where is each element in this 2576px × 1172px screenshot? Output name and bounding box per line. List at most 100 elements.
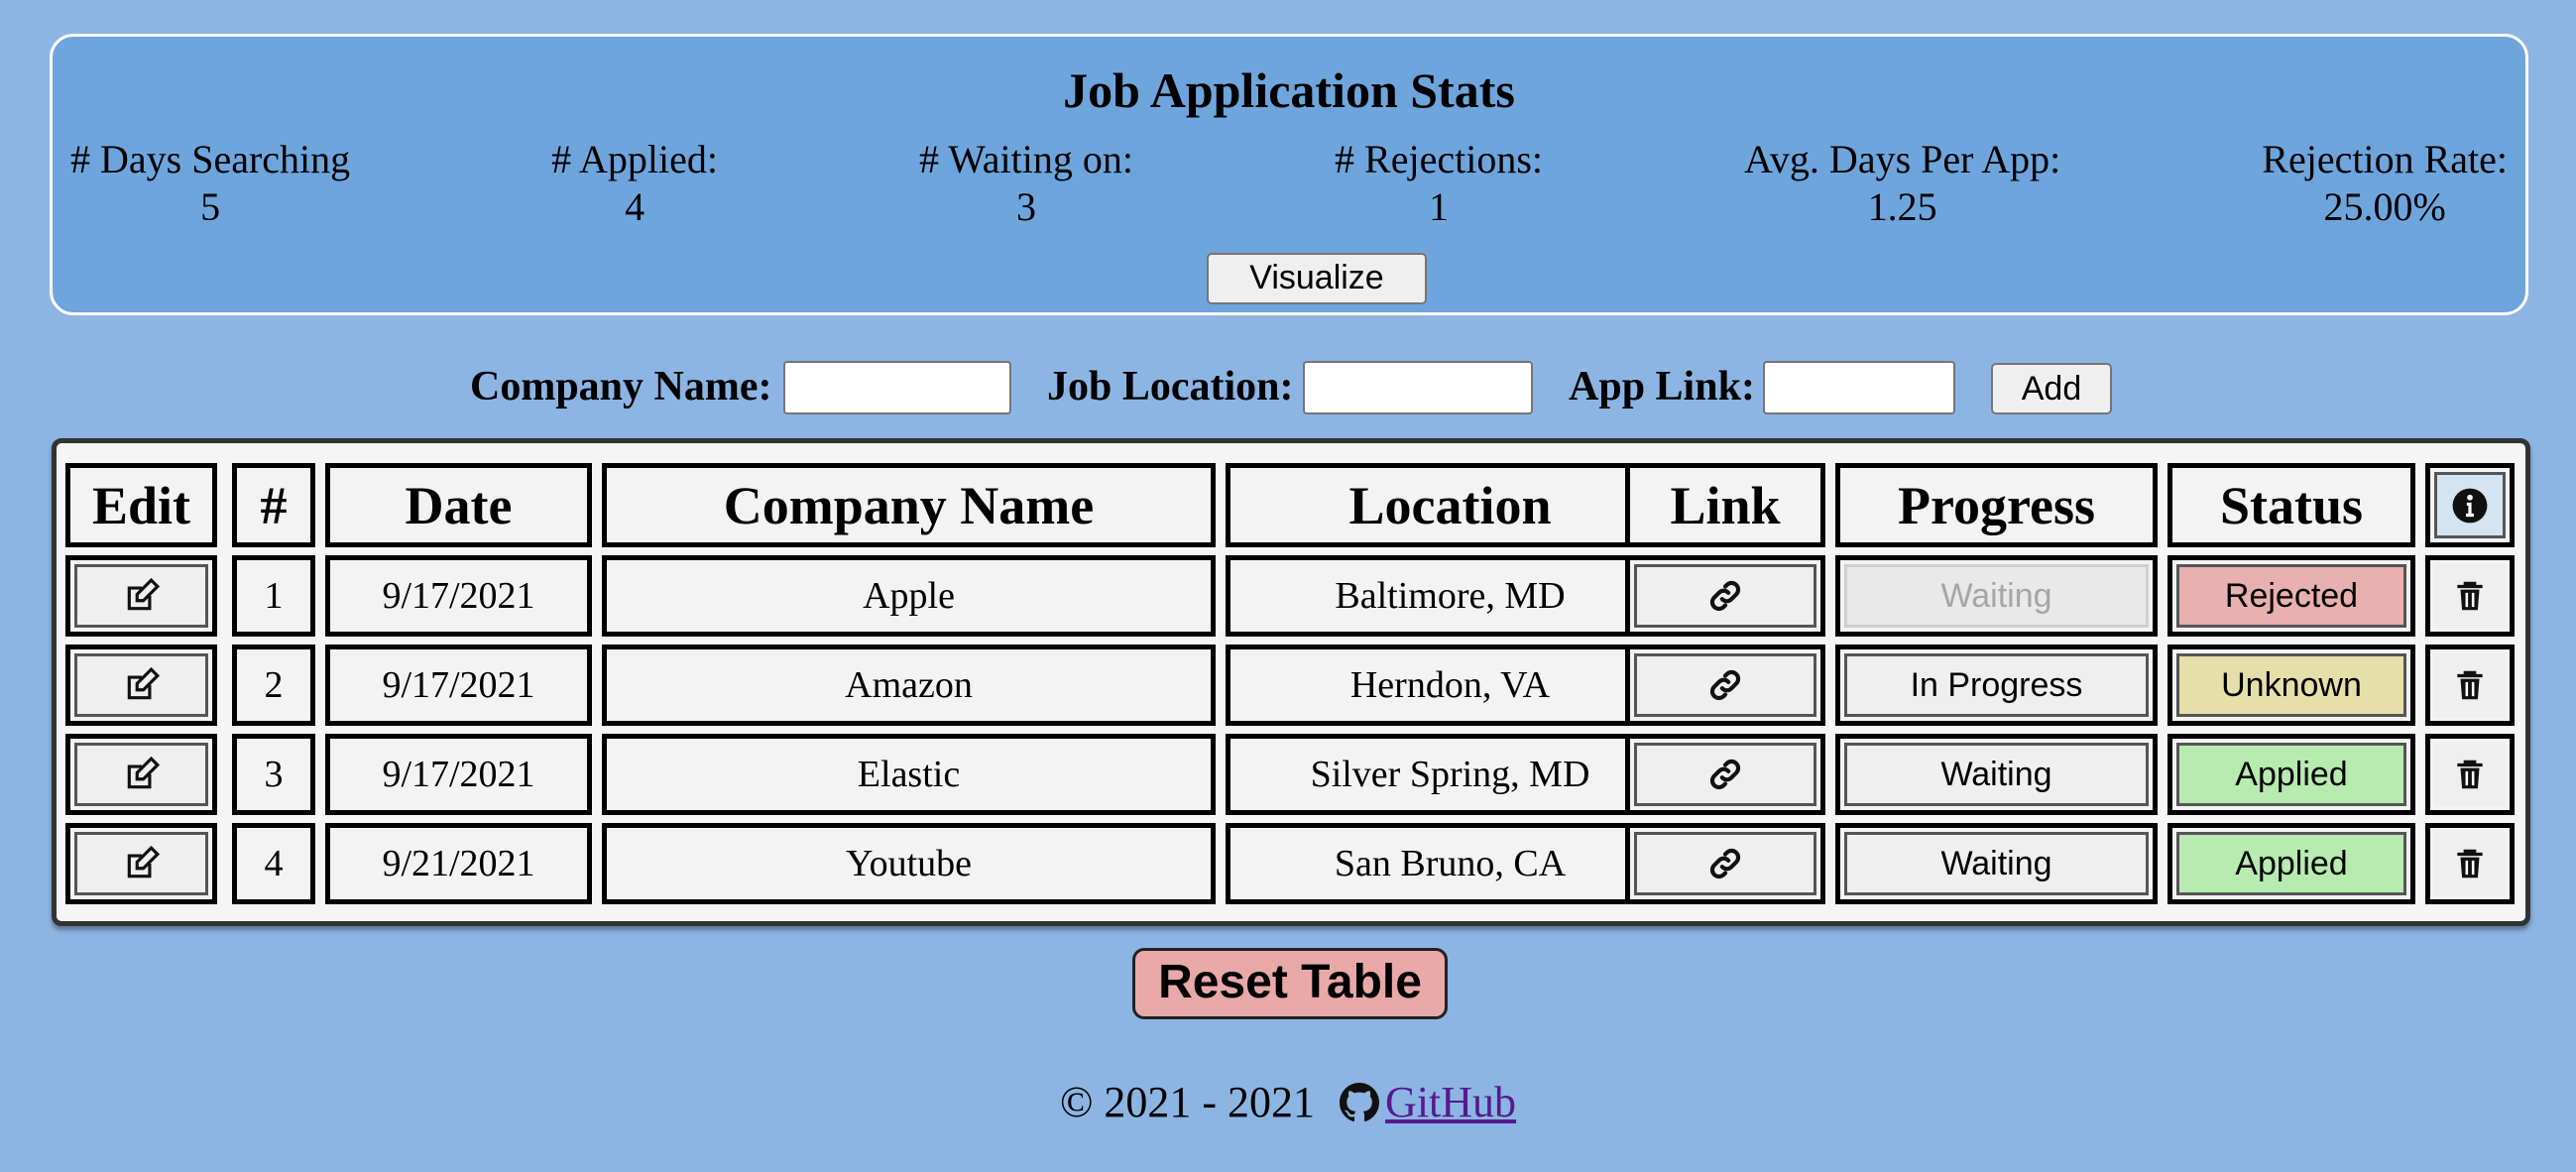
link-button[interactable] [1634,564,1816,628]
location-cell: Baltimore, MD [1226,555,1675,637]
header-link: Link [1625,463,1825,547]
info-icon [2452,488,2488,523]
link-button[interactable] [1634,743,1816,806]
link-cell [1625,555,1825,637]
header-company: Company Name [602,463,1216,547]
edit-cell [65,823,217,904]
stat-label: Rejection Rate: [2262,137,2508,181]
stat-label: Avg. Days Per App: [1744,137,2061,181]
edit-cell [65,734,217,815]
status-badge[interactable]: Applied [2176,832,2406,895]
company-cell: Elastic [602,734,1216,815]
date-cell: 9/17/2021 [325,645,592,726]
header-progress: Progress [1835,463,2158,547]
company-name-label: Company Name: [470,364,772,410]
date-cell: 9/21/2021 [325,823,592,904]
num-cell: 4 [232,823,315,904]
info-header-cell [2425,463,2515,547]
stat-label: # Waiting on: [918,137,1134,181]
status-cell: Applied [2167,823,2415,904]
progress-cell: Waiting [1835,823,2158,904]
location-value: Baltimore, MD [1335,575,1566,617]
num-value: 2 [264,664,284,706]
num-value: 3 [264,754,284,795]
num-value: 1 [264,575,284,617]
delete-button[interactable] [2434,743,2506,806]
github-link[interactable]: GitHub [1385,1078,1516,1126]
delete-cell [2425,823,2515,904]
copyright-text: © 2021 - 2021 [1059,1078,1316,1126]
header-label: Location [1348,475,1552,535]
link-cell [1625,823,1825,904]
stat-rejection-rate: Rejection Rate: 25.00% [2262,136,2508,231]
progress-button[interactable]: Waiting [1844,564,2149,628]
stats-panel: Job Application Stats # Days Searching 5… [50,34,2528,315]
edit-cell [65,555,217,637]
trash-icon [2457,581,2483,611]
stats-grid: # Days Searching 5 # Applied: 4 # Waitin… [70,136,2508,231]
app-link-input[interactable] [1763,361,1955,414]
progress-cell: Waiting [1835,734,2158,815]
header-label: Progress [1898,475,2095,535]
status-badge[interactable]: Applied [2176,743,2406,806]
link-button[interactable] [1634,832,1816,895]
location-value: San Bruno, CA [1334,843,1567,884]
job-location-label: Job Location: [1047,364,1294,410]
visualize-button[interactable]: Visualize [1207,253,1427,304]
date-value: 9/17/2021 [382,754,535,795]
edit-button[interactable] [74,832,208,895]
company-cell: Youtube [602,823,1216,904]
stat-days-searching: # Days Searching 5 [70,136,350,231]
company-value: Amazon [845,664,973,706]
link-icon [1709,669,1741,701]
trash-icon [2457,760,2483,789]
edit-icon [127,666,160,700]
edit-icon [127,845,160,879]
header-status: Status [2167,463,2415,547]
date-cell: 9/17/2021 [325,734,592,815]
stat-label: # Rejections: [1335,137,1543,181]
github-icon [1340,1083,1380,1122]
link-button[interactable] [1634,653,1816,717]
link-cell [1625,734,1825,815]
stat-value: 1 [1429,184,1450,229]
header-edit: Edit [65,463,217,547]
company-name-input[interactable] [783,361,1011,414]
num-cell: 3 [232,734,315,815]
delete-button[interactable] [2434,653,2506,717]
progress-button[interactable]: Waiting [1844,832,2149,895]
stat-value: 3 [1015,184,1036,229]
reset-table-button[interactable]: Reset Table [1132,948,1448,1019]
edit-button[interactable] [74,653,208,717]
status-badge[interactable]: Unknown [2176,653,2406,717]
edit-button[interactable] [74,743,208,806]
progress-button[interactable]: Waiting [1844,743,2149,806]
company-value: Elastic [857,754,961,795]
stat-avg-days: Avg. Days Per App: 1.25 [1744,136,2060,231]
status-cell: Rejected [2167,555,2415,637]
stat-label: # Days Searching [70,137,351,181]
num-cell: 1 [232,555,315,637]
header-label: Company Name [723,475,1095,535]
header-date: Date [325,463,592,547]
stat-value: 25.00% [2323,184,2446,229]
job-location-input[interactable] [1303,361,1533,414]
delete-button[interactable] [2434,564,2506,628]
num-value: 4 [264,843,284,884]
stat-waiting: # Waiting on: 3 [919,136,1133,231]
info-button[interactable] [2434,472,2506,538]
date-value: 9/17/2021 [382,664,535,706]
stat-applied: # Applied: 4 [551,136,718,231]
progress-button[interactable]: In Progress [1844,653,2149,717]
edit-button[interactable] [74,564,208,628]
trash-icon [2457,849,2483,879]
delete-button[interactable] [2434,832,2506,895]
status-badge[interactable]: Rejected [2176,564,2406,628]
date-value: 9/21/2021 [382,843,535,884]
date-cell: 9/17/2021 [325,555,592,637]
stat-value: 1.25 [1867,184,1937,229]
date-value: 9/17/2021 [382,575,535,617]
delete-cell [2425,555,2515,637]
app-link-label: App Link: [1569,364,1755,410]
add-button[interactable]: Add [1991,363,2112,414]
